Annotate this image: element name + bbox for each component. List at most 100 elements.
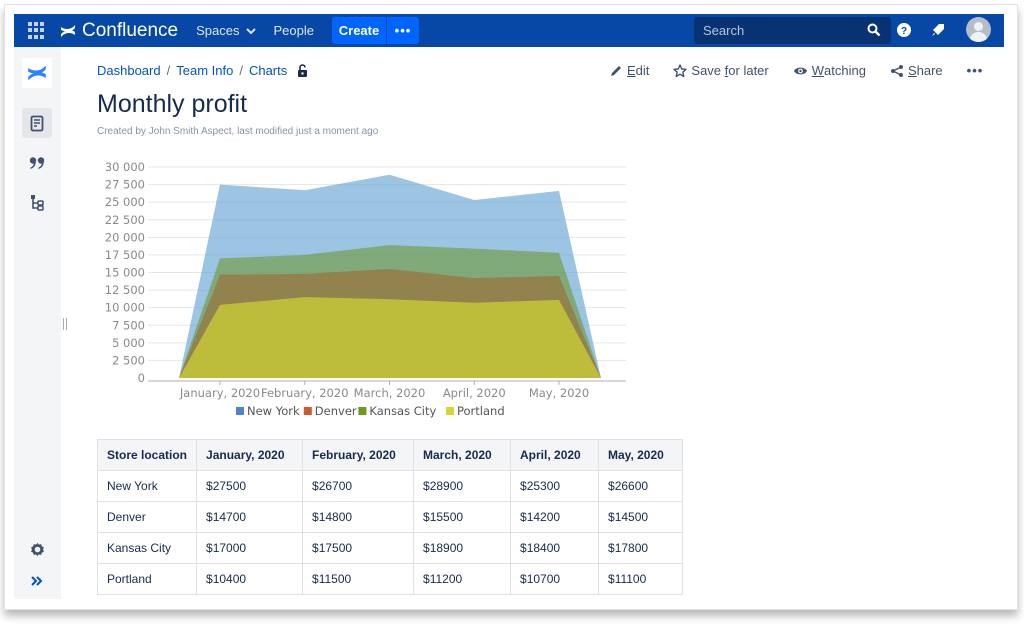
table-cell: $17000 [196,532,304,564]
table-cell: $28900 [413,470,512,502]
table-cell: $14700 [196,501,304,533]
top-navigation-bar: Confluence Spaces People Create ••• ? [14,14,1004,47]
table-cell: $18400 [510,532,600,564]
app-name: Confluence [82,19,179,41]
page-actions: Edit Save f or later Watching Share ••• [610,63,983,78]
legend-label: Denver [315,404,357,418]
table-cell: $27500 [196,470,304,502]
save-for-later-button[interactable]: Save f or later [673,63,769,78]
chart-x-axis: January, 2020 February, 2020 March, 2020 Ap… [148,380,626,400]
legend-swatch [236,407,244,415]
breadcrumb-dashboard[interactable]: Dashboard [97,63,161,78]
sidebar-item-blog[interactable] [22,148,52,178]
chart-y-tick-label: 30 000 [105,160,145,174]
nav-spaces-label: Spaces [196,23,240,38]
chart-y-tick-label: 12 500 [105,283,145,297]
table-cell: $15500 [413,501,512,533]
notifications-icon[interactable] [930,22,946,38]
table-header-cell: May, 2020 [598,439,684,471]
table-cell: $11200 [413,563,512,595]
chart-x-tick-label: March, 2020 [354,386,426,400]
quote-icon [29,157,44,169]
chart-y-tick-label: 22 500 [105,213,145,227]
share-button[interactable]: Share [890,63,943,78]
table-cell: $17500 [302,532,415,564]
app-switcher-icon[interactable] [28,21,46,40]
watching-button[interactable]: Watching [793,63,866,78]
table-row: Kansas City $17000 $17500 $18900 $18400 … [96,532,684,564]
table-cell: $18900 [413,532,512,564]
create-button[interactable]: Create [331,17,386,44]
legend-label: New York [247,404,300,418]
legend-label: Kansas City [369,404,436,418]
chart-y-tick-label: 2 500 [112,353,145,367]
table-row: New York $27500 $26700 $28900 $25300 $26… [96,470,684,502]
table-cell: $26700 [302,470,415,502]
chart-y-axis: 0 2 500 5 000 7 500 10 000 12 500 15 000 17 500… [105,160,145,385]
nav-spaces[interactable]: Spaces [196,23,256,38]
sidebar-item-page-tree[interactable] [22,188,52,218]
star-icon [673,63,688,77]
chart-y-tick-label: 10 000 [105,301,145,315]
profit-table: Store location January, 2020 February, 2… [96,439,684,595]
sidebar-confluence-logo[interactable] [22,58,52,88]
sidebar-item-settings[interactable] [22,534,52,564]
gear-icon [30,542,44,556]
edit-button[interactable]: Edit [610,63,649,78]
share-icon [890,64,903,77]
sidebar-item-pages[interactable] [22,108,52,138]
eye-icon [793,67,807,74]
chart-y-tick-label: 17 500 [105,248,145,262]
table-cell: $11500 [302,563,415,595]
table-cell: Kansas City [96,532,198,564]
table-cell: $14200 [510,501,600,533]
legend-swatch [446,407,454,415]
chevron-down-icon [245,27,256,34]
confluence-home-link[interactable]: Confluence [60,20,178,42]
table-cell: $25300 [510,470,600,502]
unlock-icon[interactable] [297,64,308,77]
table-cell: New York [96,470,198,502]
table-header-cell: January, 2020 [196,439,304,471]
nav-people[interactable]: People [274,23,314,38]
hierarchy-icon [31,195,44,211]
table-cell: $11100 [598,563,684,595]
chart-x-tick-label: May, 2020 [529,386,589,400]
help-icon[interactable]: ? [896,22,912,38]
chart-y-tick-label: 7 500 [112,318,145,332]
monthly-profit-chart: 0 2 500 5 000 7 500 10 000 12 500 15 000 17 500… [105,160,626,418]
page-title: Monthly profit [97,90,248,118]
table-cell: $26600 [598,470,684,502]
chart-legend: New York Denver Kansas City Portland [236,404,505,418]
search-input[interactable] [703,23,853,38]
nav-people-label: People [273,23,314,38]
breadcrumb-team-info[interactable]: Team Info [176,63,233,78]
page-icon [30,115,44,131]
breadcrumb-separator: / [239,63,243,78]
search-icon[interactable] [867,23,881,37]
table-header-cell: Store location [96,439,198,471]
breadcrumb-separator: / [166,63,171,78]
table-cell: $10400 [196,563,304,595]
sidebar-resize-handle[interactable] [63,318,67,330]
chart-y-tick-label: 27 500 [105,178,145,192]
legend-label: Portland [457,404,505,418]
svg-text:?: ? [901,26,907,37]
chart-x-tick-label: February, 2020 [261,386,349,400]
breadcrumb: Dashboard / Team Info / Charts [97,63,308,78]
table-header-cell: March, 2020 [413,439,512,471]
chart-y-tick-label: 15 000 [105,266,145,280]
table-cell: $10700 [510,563,600,595]
avatar[interactable] [966,17,991,42]
sidebar-expand-button[interactable] [22,566,52,596]
chart-y-tick-label: 25 000 [105,195,145,209]
chart-areas [179,174,601,378]
chart-x-tick-label: April, 2020 [443,386,506,400]
create-more-button[interactable]: ••• [386,17,419,44]
breadcrumb-charts[interactable]: Charts [249,63,287,78]
more-actions-button[interactable]: ••• [967,63,984,78]
table-header-cell: April, 2020 [510,439,600,471]
table-row: Portland $10400 $11500 $11200 $10700 $11… [96,563,684,595]
table-cell: $17800 [598,532,684,564]
search-box[interactable] [694,17,891,44]
